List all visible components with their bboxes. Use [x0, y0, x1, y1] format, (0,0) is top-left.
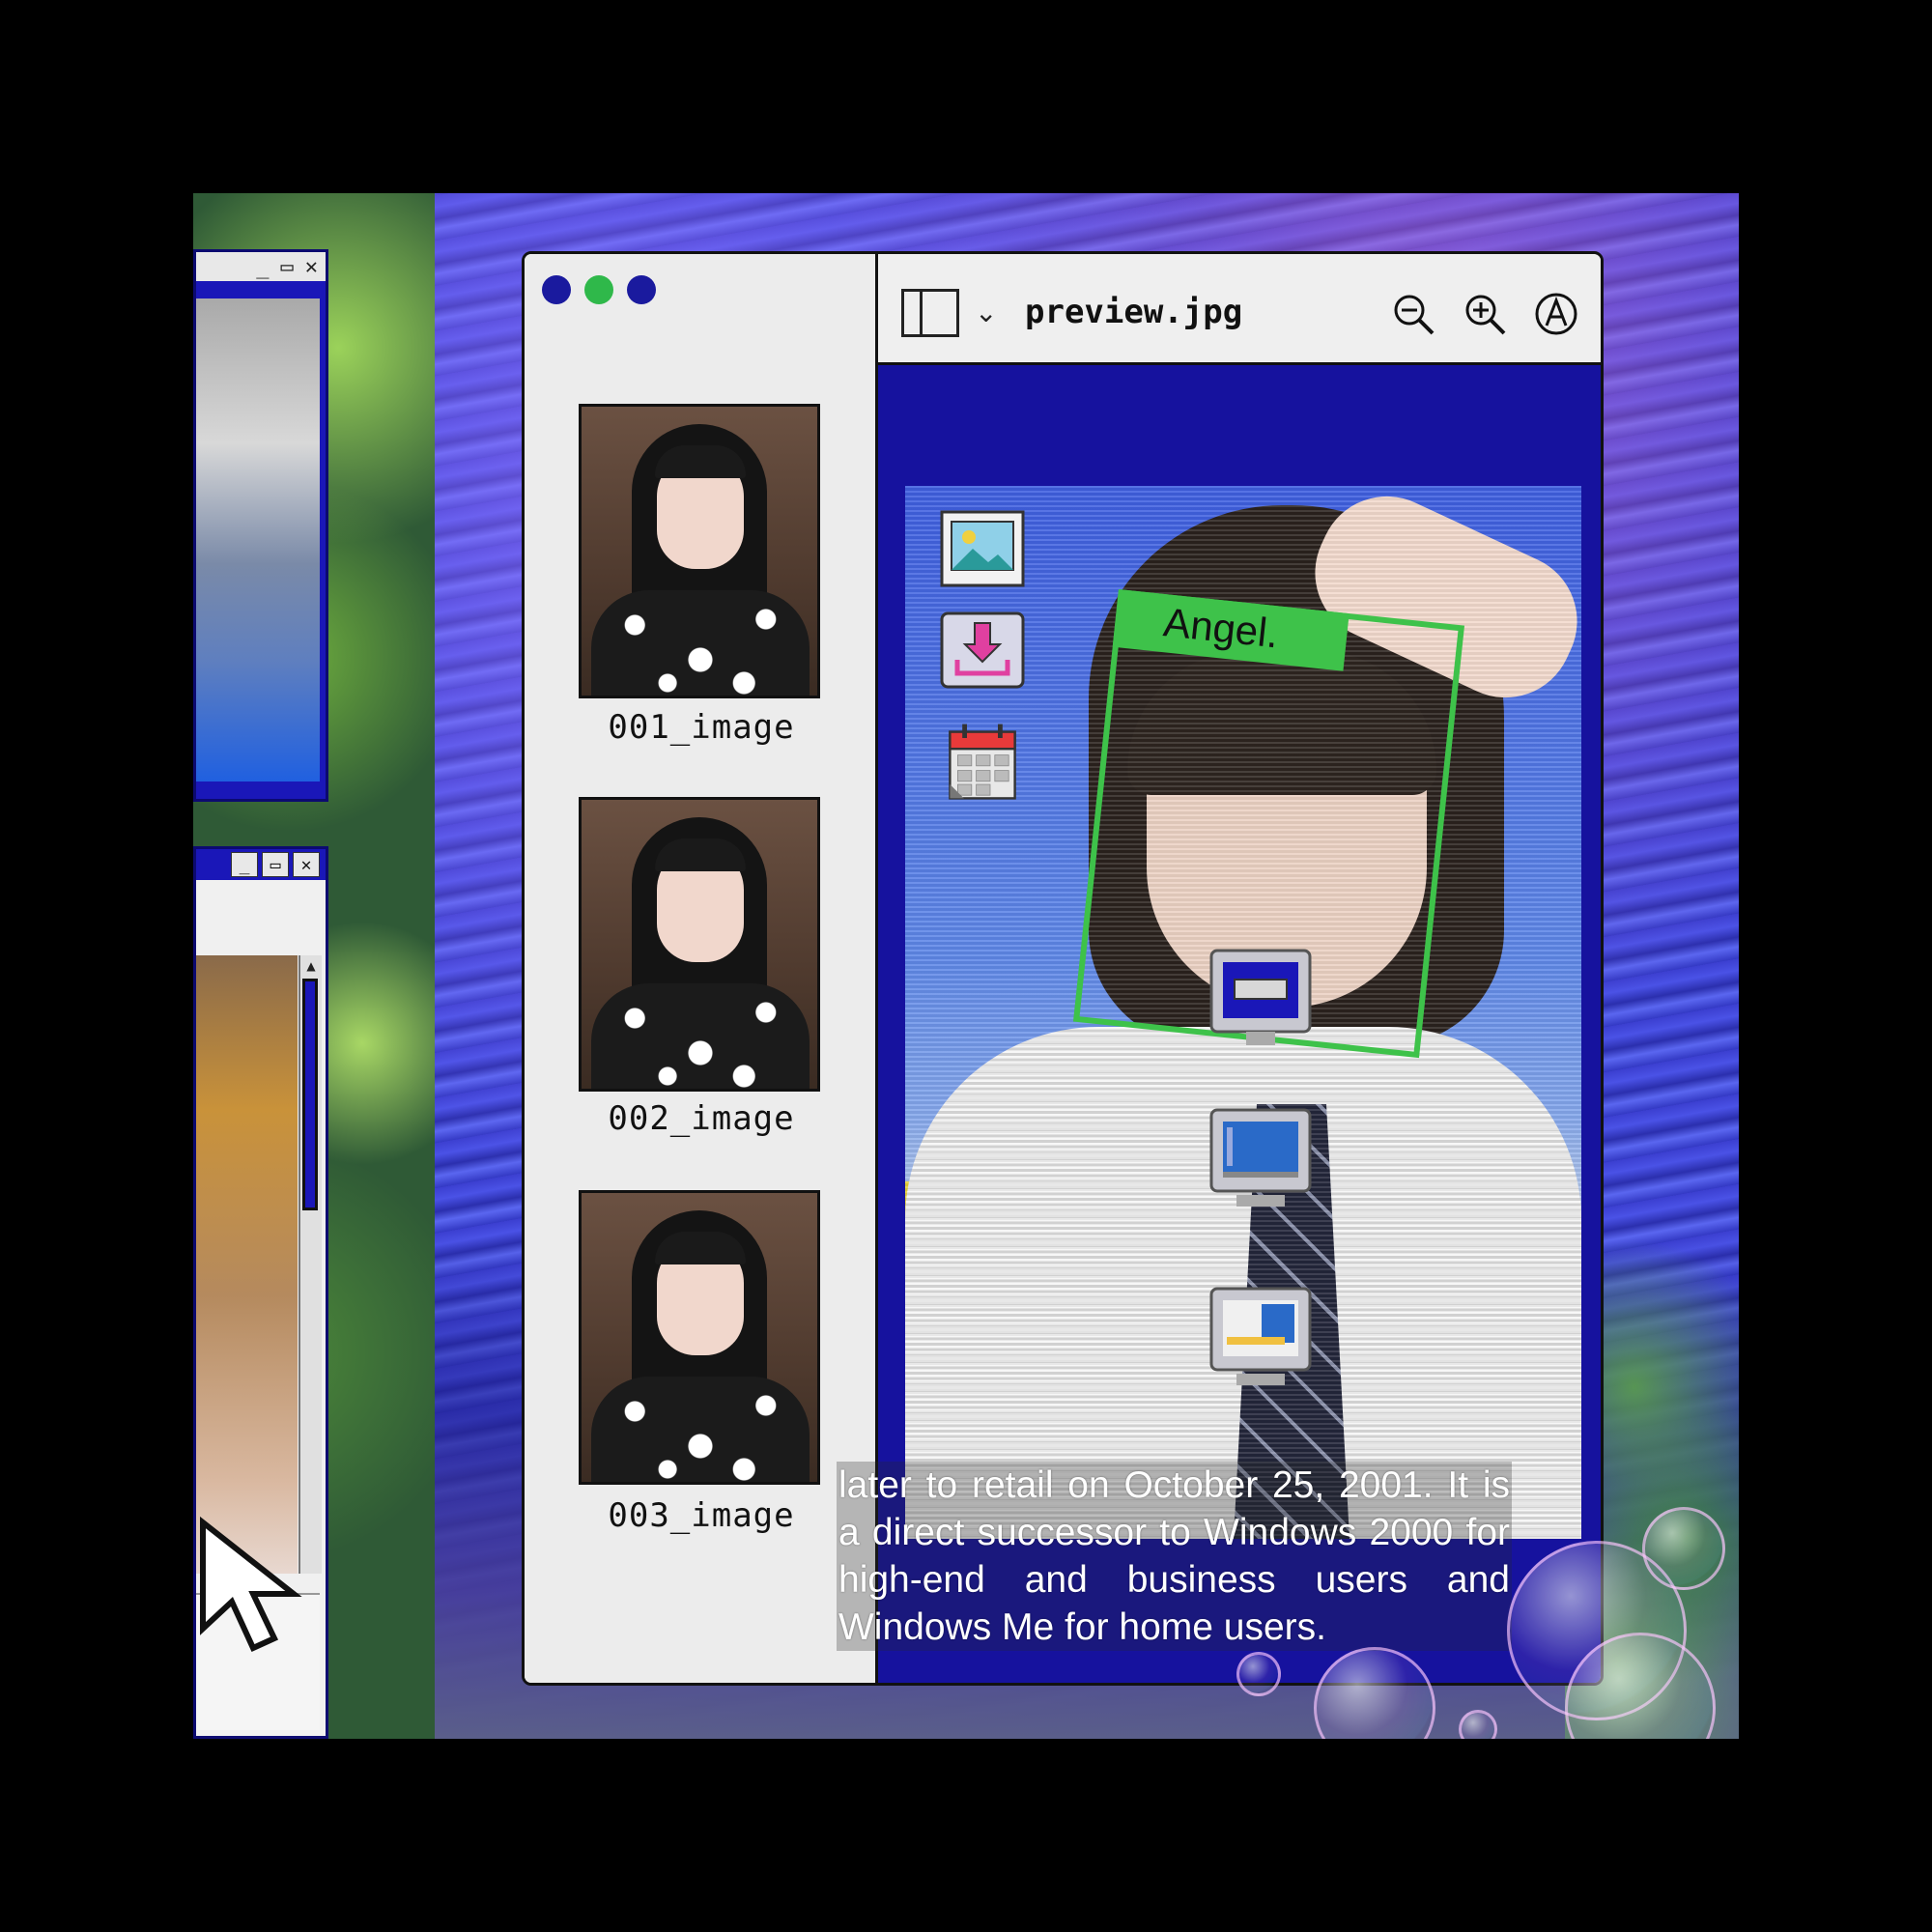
- monitor-icon[interactable]: [1208, 1106, 1314, 1212]
- left-window-bottom-titlebar: _ ▭ ✕: [196, 849, 326, 880]
- close-dot-button[interactable]: [542, 275, 571, 304]
- thumbnail-label: 002_image: [608, 1099, 795, 1138]
- scrollbar-thumb[interactable]: [302, 979, 318, 1210]
- calendar-icon[interactable]: [940, 723, 1025, 800]
- window-traffic-lights: [542, 275, 656, 304]
- thumbnail-label: 003_image: [608, 1496, 795, 1535]
- maximize-dot-button[interactable]: [627, 275, 656, 304]
- thumbnail-001[interactable]: [579, 404, 820, 698]
- chevron-down-icon[interactable]: ⌄: [975, 297, 997, 328]
- annotate-icon[interactable]: [1533, 291, 1579, 337]
- subtitle-caption: later to retail on October 25, 2001. It …: [837, 1462, 1512, 1651]
- minimize-dot-button[interactable]: [584, 275, 613, 304]
- bubble-decoration: [1236, 1652, 1281, 1696]
- zoom-in-icon[interactable]: [1462, 291, 1508, 337]
- thumbnail-002[interactable]: [579, 797, 820, 1092]
- image-icon[interactable]: [940, 510, 1025, 587]
- close-button[interactable]: ✕: [293, 852, 320, 877]
- mouse-cursor-icon: [200, 1516, 302, 1652]
- vertical-scrollbar[interactable]: ▲: [298, 955, 322, 1574]
- zoom-out-icon[interactable]: [1390, 291, 1436, 337]
- left-window-top-photo: [196, 298, 320, 781]
- minimize-button[interactable]: _: [231, 852, 258, 877]
- bubble-decoration: [1642, 1507, 1725, 1590]
- minimize-button[interactable]: _: [256, 255, 269, 279]
- keyboard-monitor-icon[interactable]: [1208, 947, 1314, 1053]
- download-icon[interactable]: [940, 611, 1025, 689]
- sidebar-layout-icon[interactable]: [901, 289, 959, 337]
- desktop-scene: _ ▭ ✕ _ ▭ ✕ ▲ 001_image 002_image 003_im…: [193, 193, 1739, 1739]
- thumbnail-sidebar: 001_image 002_image 003_image: [525, 254, 878, 1683]
- maximize-button[interactable]: ▭: [281, 255, 294, 279]
- maximize-button[interactable]: ▭: [262, 852, 289, 877]
- file-name: preview.jpg: [1025, 293, 1243, 331]
- left-window-top[interactable]: _ ▭ ✕: [193, 249, 328, 802]
- scroll-up-arrow-icon[interactable]: ▲: [302, 957, 320, 975]
- thumbnail-003[interactable]: [579, 1190, 820, 1485]
- viewer-toolbar: ⌄ preview.jpg: [878, 254, 1601, 365]
- window-monitor-icon[interactable]: [1208, 1285, 1314, 1391]
- close-button[interactable]: ✕: [305, 255, 318, 279]
- thumbnail-label: 001_image: [608, 708, 795, 747]
- left-window-top-titlebar: _ ▭ ✕: [196, 252, 326, 281]
- left-window-bottom-photo: [196, 955, 298, 1574]
